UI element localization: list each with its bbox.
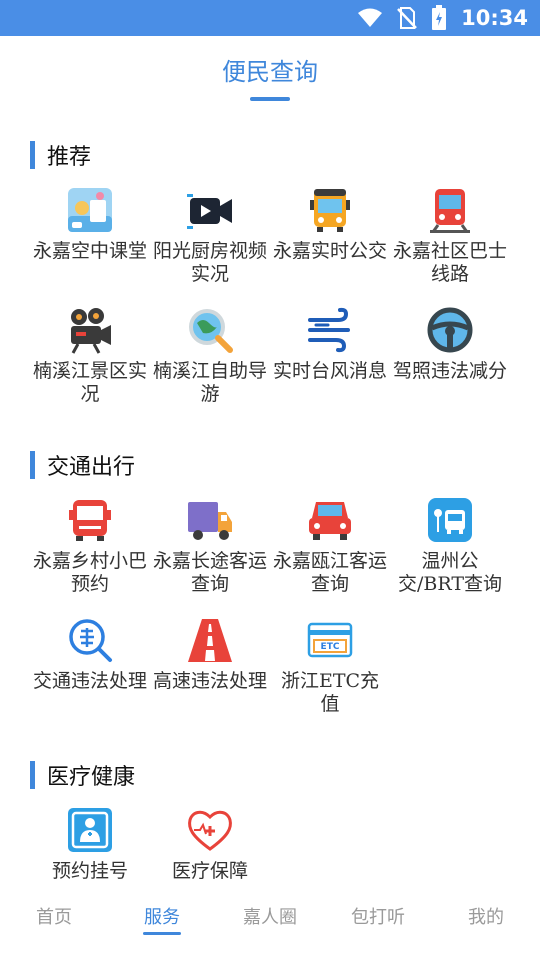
status-bar: 10:34 — [0, 0, 540, 36]
section-bar — [30, 141, 35, 169]
service-traffic-violation[interactable]: 交通违法处理 — [30, 616, 150, 693]
service-label: 预约挂号 — [51, 860, 128, 882]
service-label: 永嘉实时公交 — [272, 240, 387, 262]
wifi-icon — [358, 8, 383, 27]
tab-service[interactable]: 服务 — [108, 895, 216, 960]
globe-search-icon — [189, 309, 233, 353]
status-time: 10:34 — [461, 6, 528, 30]
service-highway-violation[interactable]: 高速违法处理 — [150, 616, 270, 693]
tab-label: 服务 — [144, 907, 180, 928]
active-tab-indicator — [143, 932, 181, 935]
car-icon — [309, 502, 351, 540]
tab-home[interactable]: 首页 — [0, 895, 108, 960]
tab-community[interactable]: 嘉人圈 — [216, 895, 324, 960]
movie-camera-icon — [71, 308, 111, 354]
doctor-icon — [68, 808, 112, 852]
tab-label: 我的 — [468, 907, 504, 928]
service-label: 楠溪江景区实况 — [32, 360, 147, 405]
tab-inquiry[interactable]: 包打听 — [324, 895, 432, 960]
service-label: 永嘉社区巴士线路 — [392, 240, 507, 285]
service-classroom[interactable]: 永嘉空中课堂 — [30, 186, 150, 263]
status-icons: 10:34 — [357, 0, 528, 36]
heart-plus-icon — [188, 810, 232, 851]
service-self-guide[interactable]: 楠溪江自助导游 — [150, 306, 270, 406]
service-label: 楠溪江自助导游 — [152, 360, 267, 405]
violation-search-icon — [69, 619, 112, 662]
service-wenzhou-bus[interactable]: 温州公交/BRT查询 — [390, 496, 510, 596]
service-label: 温州公交/BRT查询 — [397, 550, 502, 595]
service-label: 高速违法处理 — [152, 670, 267, 692]
service-license-points[interactable]: 驾照违法减分 — [390, 306, 510, 383]
tab-label: 包打听 — [351, 907, 405, 928]
etc-card-icon: ETC — [307, 622, 353, 658]
tab-profile[interactable]: 我的 — [432, 895, 540, 960]
service-appointment[interactable]: 预约挂号 — [30, 806, 150, 883]
truck-icon — [188, 502, 232, 540]
service-oujiang-passenger[interactable]: 永嘉瓯江客运查询 — [270, 496, 390, 596]
steering-wheel-icon — [427, 307, 473, 353]
service-etc-recharge[interactable]: ETC 浙江ETC充值 — [270, 616, 390, 716]
service-label: 实时台风消息 — [272, 360, 387, 382]
video-camera-icon — [187, 194, 232, 229]
bus-stop-icon — [428, 498, 472, 542]
tab-label: 首页 — [36, 907, 72, 928]
title-underline — [250, 97, 290, 101]
section-transport: 交通出行 — [30, 450, 135, 480]
page-title: 便民查询 — [222, 58, 318, 86]
bus-icon — [310, 189, 350, 232]
minibus-icon — [69, 500, 111, 541]
service-label: 阳光厨房视频实况 — [152, 240, 267, 285]
service-label: 永嘉瓯江客运查询 — [272, 550, 387, 595]
highway-icon — [188, 619, 232, 662]
section-title: 交通出行 — [47, 455, 136, 480]
section-title: 推荐 — [47, 145, 92, 170]
tab-label: 嘉人圈 — [243, 907, 297, 928]
service-long-distance[interactable]: 永嘉长途客运查询 — [150, 496, 270, 596]
service-label: 永嘉乡村小巴预约 — [32, 550, 147, 595]
service-kitchen-video[interactable]: 阳光厨房视频实况 — [150, 186, 270, 286]
classroom-icon — [68, 188, 112, 232]
no-sim-icon — [397, 7, 418, 29]
wind-icon — [308, 307, 350, 353]
section-bar — [30, 451, 35, 479]
service-scenic-live[interactable]: 楠溪江景区实况 — [30, 306, 150, 406]
service-village-minibus[interactable]: 永嘉乡村小巴预约 — [30, 496, 150, 596]
section-title: 医疗健康 — [47, 765, 136, 790]
service-realtime-bus[interactable]: 永嘉实时公交 — [270, 186, 390, 263]
section-medical: 医疗健康 — [30, 760, 135, 790]
shuttle-bus-icon — [430, 189, 470, 233]
service-medical-insurance[interactable]: 医疗保障 — [150, 806, 270, 883]
service-label: 永嘉长途客运查询 — [152, 550, 267, 595]
section-bar — [30, 761, 35, 789]
service-label: 驾照违法减分 — [392, 360, 507, 382]
svg-text:ETC: ETC — [321, 642, 340, 652]
service-label: 浙江ETC充值 — [280, 670, 380, 715]
service-community-bus[interactable]: 永嘉社区巴士线路 — [390, 186, 510, 286]
service-label: 永嘉空中课堂 — [32, 240, 147, 262]
bottom-nav: 首页 服务 嘉人圈 包打听 我的 — [0, 895, 540, 960]
section-recommended: 推荐 — [30, 140, 91, 170]
service-label: 医疗保障 — [171, 860, 248, 882]
service-typhoon[interactable]: 实时台风消息 — [270, 306, 390, 383]
battery-charging-icon — [432, 5, 447, 30]
service-label: 交通违法处理 — [32, 670, 147, 692]
